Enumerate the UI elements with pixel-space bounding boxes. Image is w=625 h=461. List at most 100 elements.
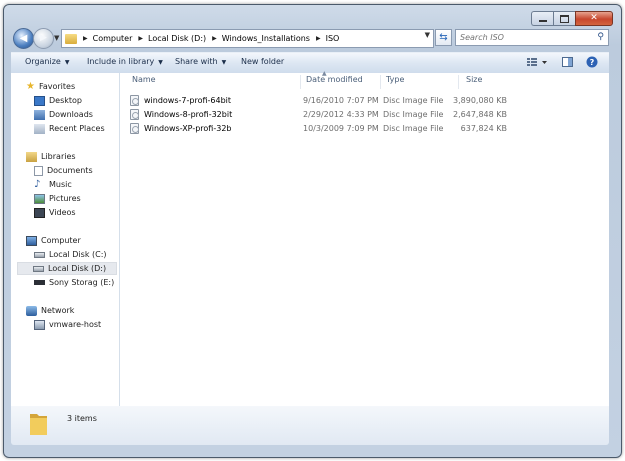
nav-libraries[interactable]: Libraries xyxy=(26,150,76,163)
breadcrumb: ▶ Computer ▶ Local Disk (D:) ▶ Windows_I… xyxy=(77,34,339,43)
chevron-right-icon[interactable]: ▶ xyxy=(316,35,321,42)
file-row[interactable]: windows-7-profi-64bit 9/16/2010 7:07 PM … xyxy=(130,95,530,107)
nav-local-disk-d[interactable]: Local Disk (D:) xyxy=(17,262,117,275)
share-with-label: Share with xyxy=(175,57,218,66)
file-row[interactable]: Windows-XP-profi-32b 10/3/2009 7:09 PM D… xyxy=(130,123,530,135)
share-with-menu[interactable]: Share with ▼ xyxy=(175,57,226,66)
nav-recent-places-label: Recent Places xyxy=(49,124,105,133)
item-count: 3 items xyxy=(67,414,97,423)
recent-places-icon xyxy=(34,123,45,134)
organize-menu[interactable]: Organize ▼ xyxy=(25,57,69,66)
view-list-icon xyxy=(527,58,547,66)
caption-buttons: ✕ xyxy=(531,11,613,26)
nav-local-disk-c[interactable]: Local Disk (C:) xyxy=(34,248,107,261)
chevron-down-icon: ▼ xyxy=(64,59,70,66)
address-dropdown-icon[interactable]: ▼ xyxy=(425,31,430,39)
file-name: Windows-XP-profi-32b xyxy=(144,124,232,133)
nav-music[interactable]: ♪ Music xyxy=(34,178,72,191)
maximize-icon xyxy=(560,14,569,23)
nav-desktop[interactable]: Desktop xyxy=(34,94,82,107)
file-type: Disc Image File xyxy=(383,110,444,119)
chevron-down-icon: ▼ xyxy=(221,59,227,66)
close-button[interactable]: ✕ xyxy=(575,11,613,26)
documents-icon xyxy=(34,165,43,176)
nav-computer[interactable]: Computer xyxy=(26,234,81,247)
music-icon: ♪ xyxy=(34,179,41,190)
nav-music-label: Music xyxy=(49,180,72,189)
nav-libraries-label: Libraries xyxy=(41,152,76,161)
removable-drive-icon xyxy=(34,280,45,285)
nav-vmware-host[interactable]: vmware-host xyxy=(34,318,101,331)
help-button[interactable]: ? xyxy=(586,56,598,70)
breadcrumb-windows-installations[interactable]: Windows_Installations xyxy=(222,34,310,43)
include-in-library-menu[interactable]: Include in library ▼ xyxy=(87,57,163,66)
file-row[interactable]: Windows-8-profi-32bit 2/29/2012 4:33 PM … xyxy=(130,109,530,121)
back-button[interactable]: ◀ xyxy=(13,28,34,49)
file-size: 3,890,080 KB xyxy=(453,96,507,105)
chevron-right-icon[interactable]: ▶ xyxy=(138,35,143,42)
column-header-size-label: Size xyxy=(466,75,483,84)
nav-videos-label: Videos xyxy=(49,208,76,217)
forward-button[interactable]: ▶ xyxy=(33,28,54,49)
organize-label: Organize xyxy=(25,57,61,66)
nav-documents[interactable]: Documents xyxy=(34,164,93,177)
history-dropdown-icon[interactable]: ▼ xyxy=(54,34,59,42)
new-folder-button[interactable]: New folder xyxy=(241,57,284,66)
column-header-size[interactable]: Size xyxy=(466,75,514,89)
star-icon: ★ xyxy=(26,81,35,92)
file-name: windows-7-profi-64bit xyxy=(144,96,232,105)
help-icon: ? xyxy=(586,56,598,68)
command-bar: Organize ▼ Include in library ▼ Share with… xyxy=(11,52,609,74)
file-name: Windows-8-profi-32bit xyxy=(144,110,233,119)
refresh-icon: ⇆ xyxy=(439,32,448,43)
pictures-icon xyxy=(34,193,45,204)
minimize-button[interactable] xyxy=(531,11,553,26)
nav-downloads[interactable]: Downloads xyxy=(34,108,93,121)
column-header-name[interactable]: Name xyxy=(132,75,301,89)
file-size: 2,647,848 KB xyxy=(453,110,507,119)
breadcrumb-iso[interactable]: ISO xyxy=(326,34,340,43)
nav-computer-label: Computer xyxy=(41,236,81,245)
nav-network[interactable]: Network xyxy=(26,304,74,317)
nav-recent-places[interactable]: Recent Places xyxy=(34,122,105,135)
folder-icon xyxy=(30,414,47,435)
refresh-button[interactable]: ⇆ xyxy=(435,29,452,46)
close-icon: ✕ xyxy=(590,13,598,23)
nav-videos[interactable]: Videos xyxy=(34,206,76,219)
maximize-button[interactable] xyxy=(553,11,575,26)
nav-network-label: Network xyxy=(41,306,75,315)
nav-favorites[interactable]: ★ Favorites xyxy=(26,80,75,93)
network-computer-icon xyxy=(34,319,45,330)
chevron-right-icon[interactable]: ▶ xyxy=(83,35,88,42)
nav-local-disk-d-label: Local Disk (D:) xyxy=(48,264,107,273)
address-row: ◀ ▶ ▼ ▶ Computer ▶ Local Disk (D:) ▶ Win… xyxy=(11,26,609,50)
drive-icon xyxy=(33,265,44,272)
breadcrumb-local-disk-d[interactable]: Local Disk (D:) xyxy=(148,34,206,43)
svg-text:?: ? xyxy=(590,58,595,67)
search-input[interactable] xyxy=(460,33,580,42)
column-header-date-modified[interactable]: Date modified xyxy=(306,75,381,89)
nav-pictures-label: Pictures xyxy=(49,194,81,203)
file-type: Disc Image File xyxy=(383,124,444,133)
libraries-icon xyxy=(26,151,37,162)
preview-pane-button[interactable] xyxy=(562,56,574,70)
new-folder-label: New folder xyxy=(241,57,285,66)
disc-image-file-icon xyxy=(130,95,139,106)
nav-vmware-host-label: vmware-host xyxy=(49,320,102,329)
chevron-down-icon: ▼ xyxy=(158,59,163,66)
search-icon[interactable]: ⚲ xyxy=(597,32,604,42)
desktop-icon xyxy=(34,95,45,106)
address-bar[interactable]: ▶ Computer ▶ Local Disk (D:) ▶ Windows_I… xyxy=(61,29,434,48)
search-box: ⚲ xyxy=(455,29,609,46)
nav-pictures[interactable]: Pictures xyxy=(34,192,81,205)
view-options-button[interactable] xyxy=(526,56,548,70)
breadcrumb-computer[interactable]: Computer xyxy=(93,34,133,43)
chevron-right-icon[interactable]: ▶ xyxy=(212,35,217,42)
nav-documents-label: Documents xyxy=(47,166,93,175)
preview-pane-icon xyxy=(562,57,573,67)
back-arrow-icon: ◀ xyxy=(19,32,28,44)
nav-sony-storage-label: Sony Storag (E:) xyxy=(49,278,115,287)
column-header-type[interactable]: Type xyxy=(386,75,459,89)
minimize-icon xyxy=(538,20,547,22)
nav-sony-storage[interactable]: Sony Storag (E:) xyxy=(34,276,114,289)
